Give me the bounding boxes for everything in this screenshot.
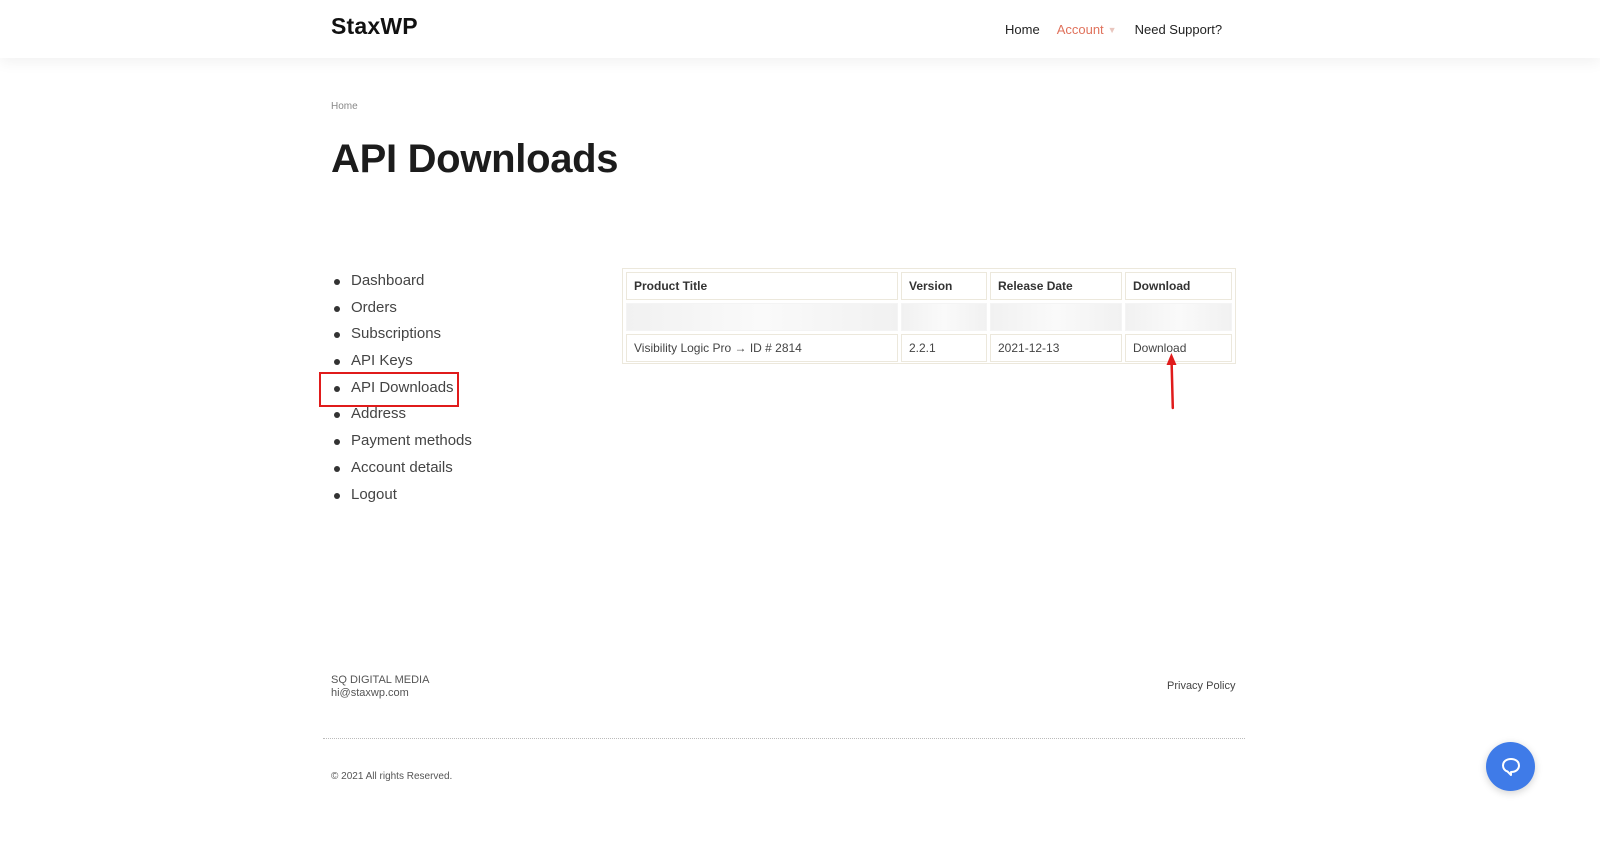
footer-divider bbox=[323, 738, 1245, 739]
table-row: Visibility Logic Pro → ID # 2814 2.2.1 2… bbox=[626, 334, 1232, 362]
account-nav-subscriptions[interactable]: Subscriptions bbox=[331, 321, 472, 348]
column-header-version: Version bbox=[901, 272, 987, 300]
account-nav-orders[interactable]: Orders bbox=[331, 295, 472, 322]
page-title: API Downloads bbox=[331, 137, 619, 181]
nav-account-label: Account bbox=[1056, 22, 1104, 37]
main-nav: Home Account ▼ Need Support? bbox=[1005, 22, 1222, 37]
chevron-down-icon: ▼ bbox=[1107, 24, 1117, 35]
chat-support-button[interactable] bbox=[1486, 742, 1535, 791]
account-nav-dashboard[interactable]: Dashboard bbox=[331, 268, 472, 295]
api-downloads-table: Product Title Version Release Date Downl… bbox=[622, 268, 1236, 364]
site-header: StaxWP Home Account ▼ Need Support? bbox=[0, 0, 1600, 58]
version-cell: 2.2.1 bbox=[901, 334, 987, 362]
account-nav-payment-methods[interactable]: Payment methods bbox=[331, 428, 472, 455]
account-nav-logout[interactable]: Logout bbox=[331, 482, 472, 509]
nav-account-link[interactable]: Account ▼ bbox=[1057, 22, 1117, 37]
redacted-cell bbox=[626, 303, 898, 331]
breadcrumb[interactable]: Home bbox=[331, 101, 358, 112]
redacted-cell bbox=[1125, 303, 1232, 331]
column-header-download: Download bbox=[1125, 272, 1232, 300]
nav-support-link[interactable]: Need Support? bbox=[1135, 22, 1222, 37]
chat-bubble-icon bbox=[1501, 757, 1520, 776]
annotation-arrow-icon bbox=[1166, 353, 1177, 410]
account-nav-address[interactable]: Address bbox=[331, 401, 472, 428]
account-navigation: Dashboard Orders Subscriptions API Keys … bbox=[331, 268, 472, 508]
account-nav-account-details[interactable]: Account details bbox=[331, 455, 472, 482]
release-date-cell: 2021-12-13 bbox=[990, 334, 1122, 362]
privacy-policy-link[interactable]: Privacy Policy bbox=[1167, 680, 1235, 692]
footer-company-info: SQ DIGITAL MEDIA hi@staxwp.com bbox=[331, 674, 429, 700]
copyright-text: © 2021 All rights Reserved. bbox=[331, 771, 453, 782]
redacted-cell bbox=[901, 303, 987, 331]
column-header-product-title: Product Title bbox=[626, 272, 898, 300]
account-nav-api-keys[interactable]: API Keys bbox=[331, 348, 472, 375]
site-logo[interactable]: StaxWP bbox=[331, 13, 418, 40]
footer-email[interactable]: hi@staxwp.com bbox=[331, 687, 429, 700]
footer-company-name: SQ DIGITAL MEDIA bbox=[331, 674, 430, 686]
table-header-row: Product Title Version Release Date Downl… bbox=[626, 272, 1232, 300]
table-row-redacted bbox=[626, 303, 1232, 331]
account-nav-api-downloads[interactable]: API Downloads bbox=[331, 375, 472, 402]
nav-home-link[interactable]: Home bbox=[1005, 22, 1040, 37]
redacted-cell bbox=[990, 303, 1122, 331]
product-title-cell: Visibility Logic Pro → ID # 2814 bbox=[626, 334, 898, 362]
column-header-release-date: Release Date bbox=[990, 272, 1122, 300]
